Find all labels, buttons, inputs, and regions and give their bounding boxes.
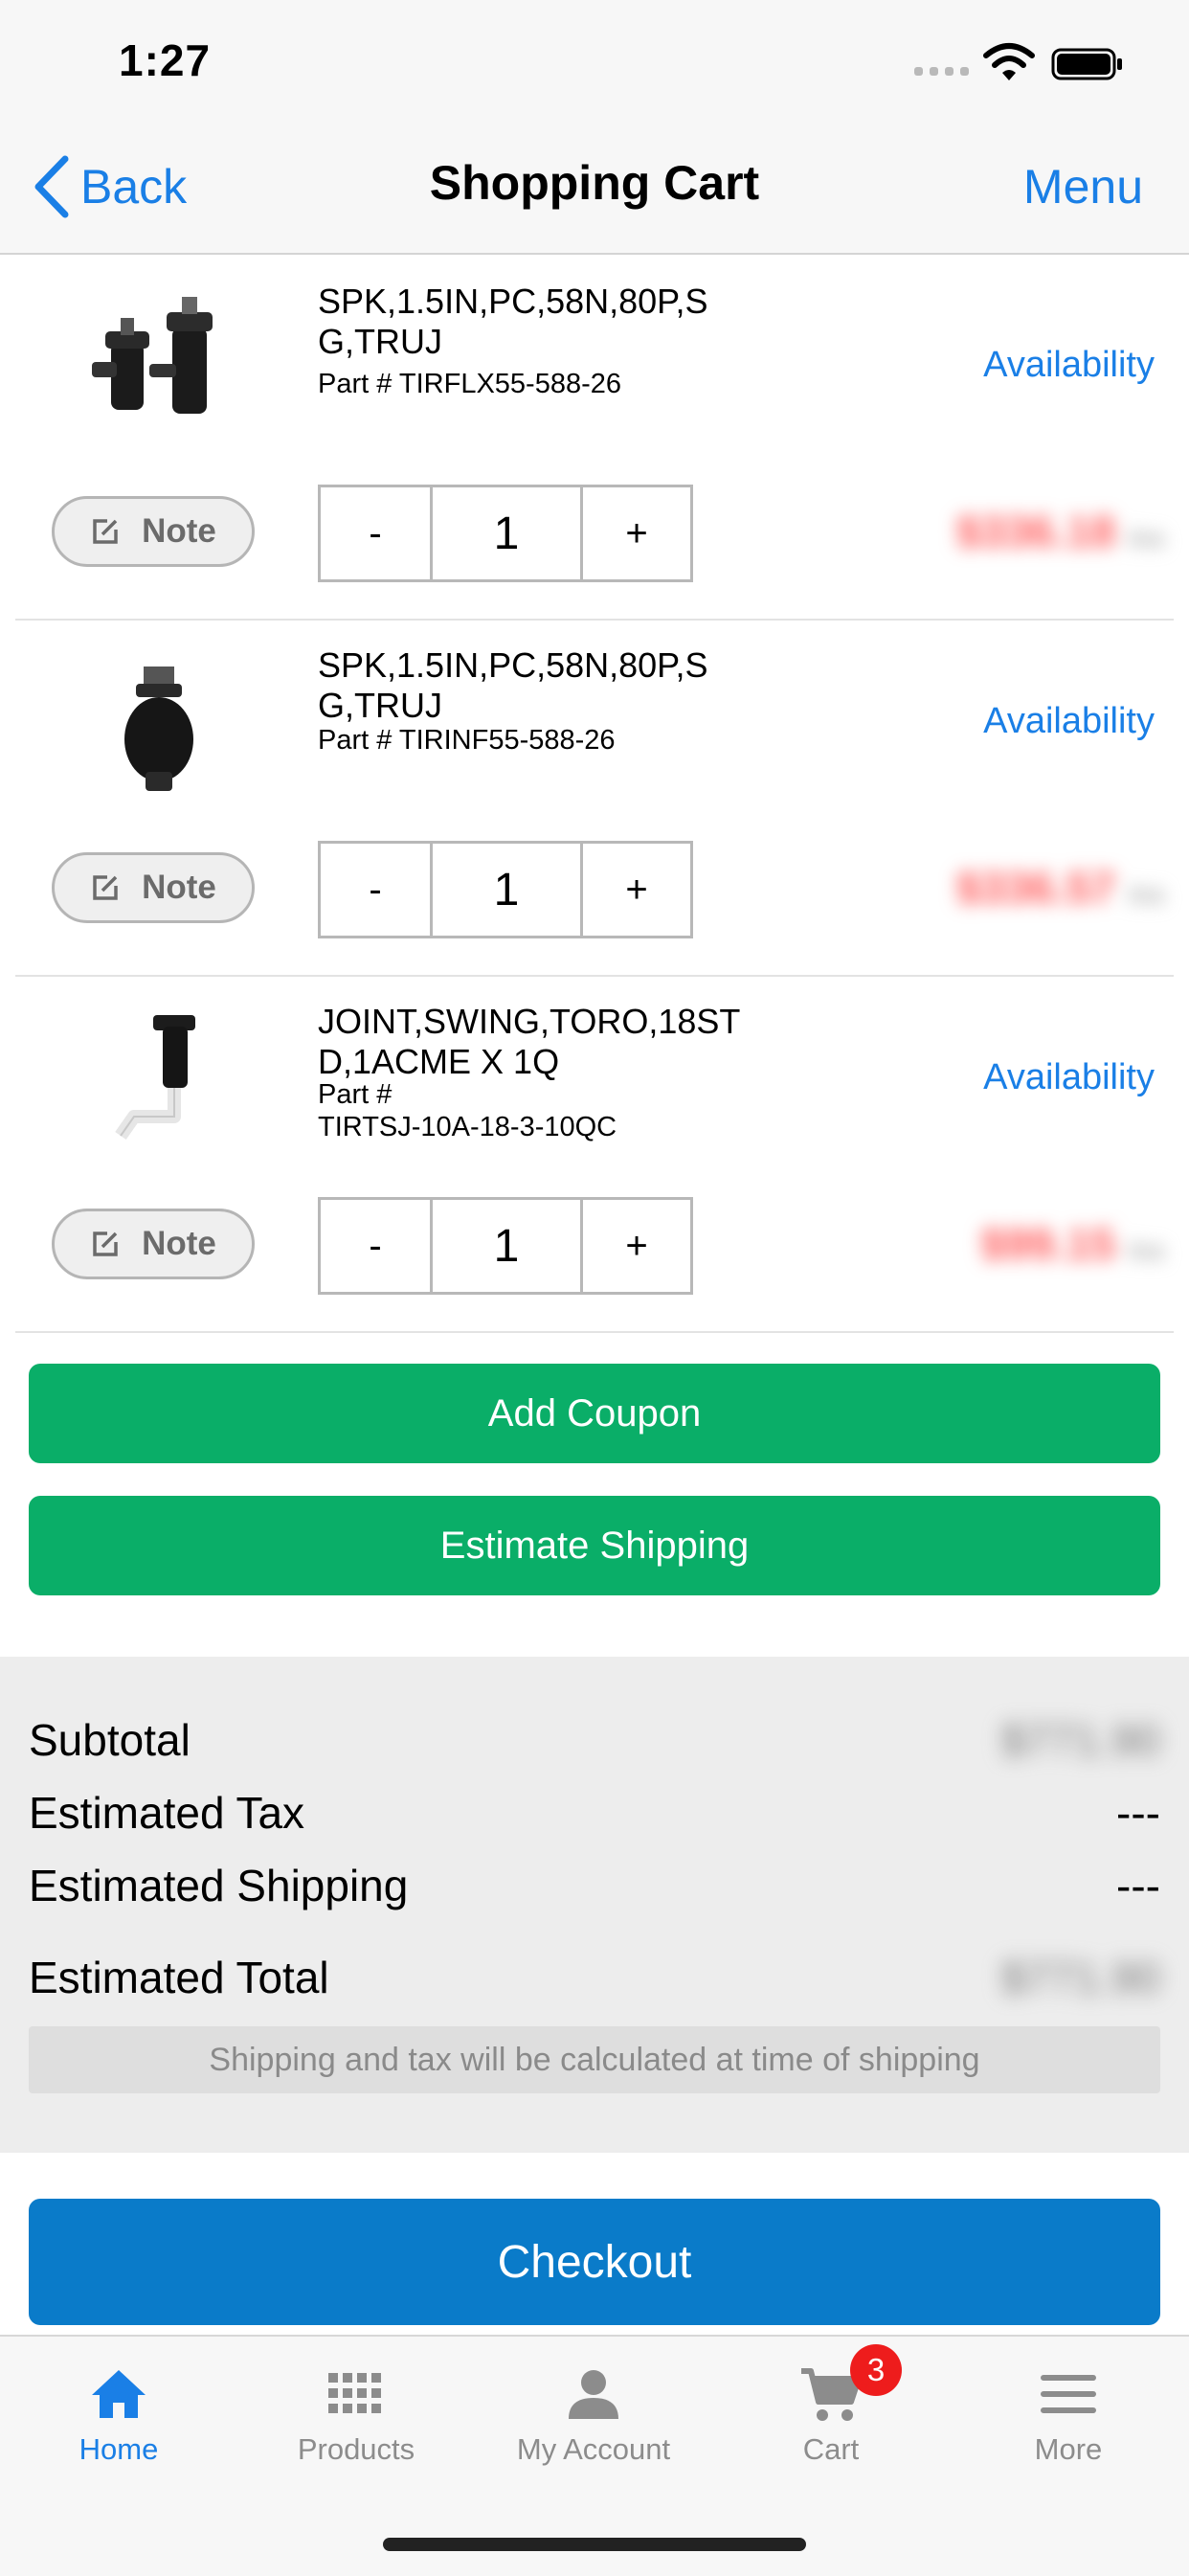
home-icon [92,2370,146,2418]
home-indicator [383,2538,806,2551]
part-number: Part # TIRINF55-588-26 [318,725,616,756]
checkout-button[interactable]: Checkout [29,2199,1160,2325]
battery-icon [1051,48,1122,80]
item-price: $336.18 /ea [956,506,1164,557]
tab-more[interactable]: More [950,2356,1187,2467]
tab-label: Cart [802,2432,860,2466]
note-button[interactable]: Note [52,1209,255,1279]
cart-item: SPK,1.5IN,PC,58N,80P,S G,TRUJ Part # TIR… [15,255,1174,621]
quantity-field[interactable]: 1 [433,485,580,582]
price-amount: $336.57 [955,863,1116,913]
menu-button[interactable]: Menu [1023,159,1143,215]
tab-home[interactable]: Home [0,2356,237,2467]
availability-link[interactable]: Availability [983,345,1155,386]
price-amount: $336.18 [955,507,1116,556]
decrement-button[interactable]: - [318,841,433,938]
price-unit: /ea [1127,1235,1164,1265]
part-number: Part # [318,1079,393,1110]
part-number-value: TIRTSJ-10A-18-3-10QC [318,1112,617,1142]
product-image [124,667,193,791]
increment-button[interactable]: + [580,485,693,582]
quantity-field[interactable]: 1 [433,841,580,938]
edit-note-icon [93,519,118,544]
wifi-icon [983,43,1035,80]
cellular-signal-icon [914,67,969,76]
tab-cart[interactable]: Cart [712,2356,950,2467]
cart-item: JOINT,SWING,TORO,18ST D,1ACME X 1Q Part … [15,975,1174,1333]
page-title: Shopping Cart [429,156,760,210]
cart-count-badge: 3 [850,2344,902,2396]
estimated-shipping-value: --- [1116,1861,1160,1910]
part-number: Part # TIRFLX55-588-26 [318,369,622,399]
subtotal-label: Subtotal [29,1715,191,1765]
estimated-total-value: $771.90 [1000,1953,1160,2002]
tab-label: My Account [516,2432,671,2466]
estimated-tax-value: --- [1116,1788,1160,1838]
subtotal-value: $771.90 [1000,1715,1160,1765]
note-button[interactable]: Note [52,852,255,923]
note-button[interactable]: Note [52,496,255,567]
product-image [92,297,213,414]
add-coupon-button[interactable]: Add Coupon [29,1364,1160,1463]
quantity-stepper: - 1 + [318,841,693,938]
item-price: $99.15 /ea [980,1218,1164,1270]
availability-link[interactable]: Availability [983,1057,1155,1098]
availability-link[interactable]: Availability [983,701,1155,742]
tab-label: Products [297,2432,415,2466]
product-name: SPK,1.5IN,PC,58N,80P,S G,TRUJ [318,645,708,725]
edit-note-icon [93,875,118,900]
increment-button[interactable]: + [580,1197,693,1295]
price-unit: /ea [1127,879,1164,909]
note-label: Note [142,512,216,550]
product-name: SPK,1.5IN,PC,58N,80P,S G,TRUJ [318,282,708,361]
decrement-button[interactable]: - [318,485,433,582]
increment-button[interactable]: + [580,841,693,938]
estimated-shipping-label: Estimated Shipping [29,1861,409,1910]
decrement-button[interactable]: - [318,1197,433,1295]
estimated-tax-label: Estimated Tax [29,1788,305,1838]
tab-my-account[interactable]: My Account [475,2356,712,2467]
shipping-tax-note: Shipping and tax will be calculated at t… [29,2026,1160,2093]
note-label: Note [142,869,216,906]
grid-icon [328,2373,381,2413]
quantity-field[interactable]: 1 [433,1197,580,1295]
product-name: JOINT,SWING,TORO,18ST D,1ACME X 1Q [318,1002,740,1081]
status-time: 1:27 [119,35,212,85]
quantity-stepper: - 1 + [318,485,693,582]
tab-products[interactable]: Products [237,2356,475,2467]
edit-note-icon [93,1232,118,1256]
cart-item: SPK,1.5IN,PC,58N,80P,S G,TRUJ Part # TIR… [15,619,1174,977]
price-amount: $99.15 [980,1219,1116,1269]
tab-label: Home [79,2432,159,2466]
quantity-stepper: - 1 + [318,1197,693,1295]
estimated-total-label: Estimated Total [29,1953,329,2002]
person-icon [569,2370,618,2419]
note-label: Note [142,1225,216,1262]
product-image [115,1015,195,1141]
item-price: $336.57 /ea [956,862,1164,914]
tab-label: More [1034,2432,1103,2466]
estimate-shipping-button[interactable]: Estimate Shipping [29,1496,1160,1595]
menu-icon [1041,2375,1096,2413]
price-unit: /ea [1127,523,1164,553]
